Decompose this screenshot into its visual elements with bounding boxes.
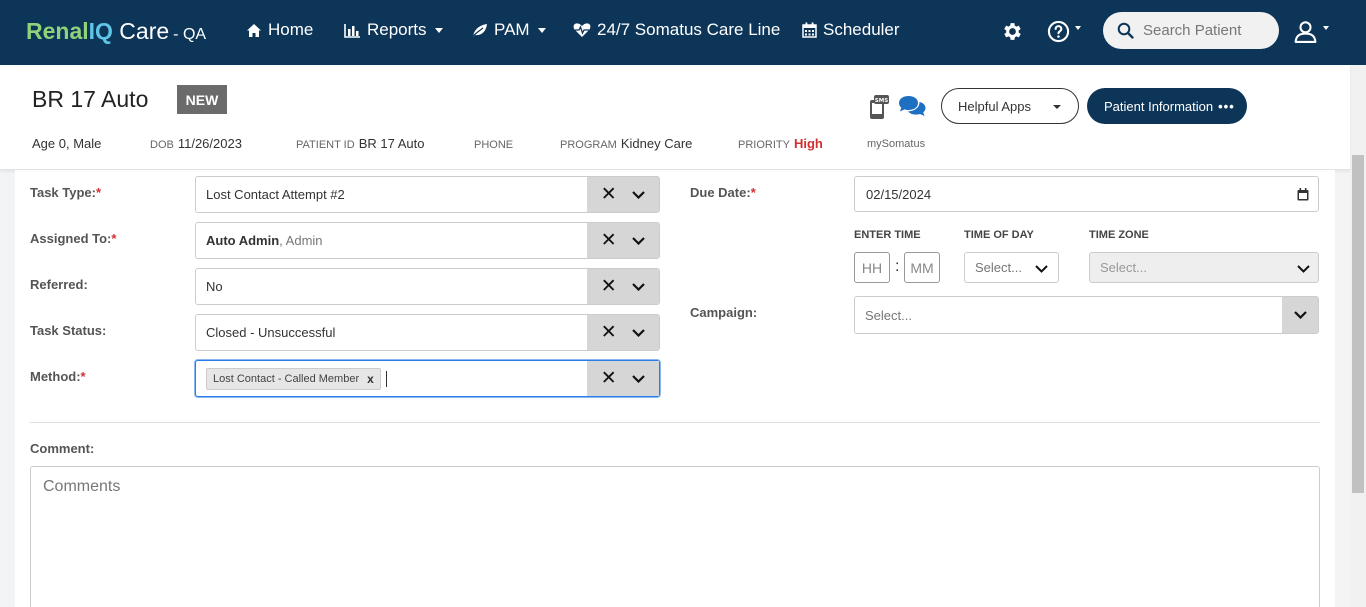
- sms-phone-icon: SMS: [870, 95, 889, 119]
- heartbeat-icon: [573, 23, 591, 37]
- helpful-apps-dropdown[interactable]: Helpful Apps: [941, 88, 1079, 124]
- patient-header: BR 17 Auto NEW Age 0, Male DOB 11/26/2023…: [0, 65, 1350, 170]
- task-form: Task Type:* Lost Contact Attempt #2 ✕ As…: [15, 170, 1335, 607]
- gear-icon: [1004, 23, 1021, 40]
- status-badge: NEW: [177, 85, 227, 114]
- app-logo[interactable]: RenalIQ Care - QA: [26, 18, 206, 45]
- chevron-down-icon[interactable]: [632, 328, 645, 337]
- patient-information-button[interactable]: Patient Information •••: [1087, 88, 1247, 124]
- clear-icon[interactable]: ✕: [601, 231, 617, 250]
- nav-pam[interactable]: PAM: [471, 20, 546, 40]
- task-type-label: Task Type:*: [30, 185, 102, 200]
- search-icon: [1117, 22, 1134, 39]
- clear-icon[interactable]: ✕: [601, 369, 617, 388]
- page-scrollbar[interactable]: [1350, 65, 1366, 607]
- patient-age-sex: Age 0, Male: [32, 136, 102, 151]
- clear-icon[interactable]: ✕: [601, 277, 617, 296]
- chevron-down-icon[interactable]: [632, 374, 645, 383]
- leaf-icon: [471, 23, 487, 37]
- help-menu-button[interactable]: [1047, 20, 1081, 43]
- settings-button[interactable]: [1001, 20, 1024, 48]
- nav-care-line[interactable]: 24/7 Somatus Care Line: [573, 20, 780, 40]
- time-zone-label: TIME ZONE: [1089, 229, 1149, 241]
- method-label: Method:*: [30, 369, 86, 384]
- campaign-dropdown-toggle[interactable]: [1282, 297, 1318, 333]
- bar-chart-icon: [344, 23, 360, 38]
- comments-icon: [899, 96, 926, 116]
- referred-label: Referred:: [30, 277, 88, 292]
- search-patient[interactable]: [1103, 12, 1279, 49]
- time-of-day-select[interactable]: Select...: [964, 252, 1059, 283]
- task-status-select[interactable]: Closed - Unsuccessful ✕: [195, 314, 660, 351]
- campaign-label: Campaign:: [690, 305, 758, 320]
- chevron-down-icon: [434, 27, 443, 33]
- chevron-down-icon: [1035, 265, 1048, 273]
- clear-icon[interactable]: ✕: [601, 323, 617, 342]
- patient-name: BR 17 Auto: [32, 86, 149, 112]
- divider: [30, 422, 1320, 423]
- question-circle-icon: [1047, 20, 1070, 43]
- hour-input[interactable]: HH: [854, 252, 890, 283]
- minute-input[interactable]: MM: [904, 252, 940, 283]
- chevron-down-icon: [1323, 25, 1329, 30]
- time-separator: :: [895, 258, 900, 275]
- due-date-input[interactable]: 02/15/2024: [854, 176, 1319, 212]
- chevron-down-icon[interactable]: [632, 282, 645, 291]
- method-chip: Lost Contact - Called Member x: [206, 367, 381, 390]
- patient-id: PATIENT ID BR 17 Auto: [296, 136, 425, 151]
- remove-chip-icon[interactable]: x: [367, 372, 374, 386]
- referred-select[interactable]: No ✕: [195, 268, 660, 305]
- assigned-to-label: Assigned To:*: [30, 231, 117, 246]
- task-type-select[interactable]: Lost Contact Attempt #2 ✕: [195, 176, 660, 213]
- patient-program: PROGRAM Kidney Care: [560, 136, 693, 151]
- nav-scheduler[interactable]: Scheduler: [802, 20, 900, 40]
- nav-reports[interactable]: Reports: [344, 20, 443, 40]
- nav-home[interactable]: Home: [246, 20, 313, 40]
- patient-priority: PRIORITY High: [738, 136, 823, 151]
- comment-label: Comment:: [30, 441, 95, 456]
- assigned-to-select[interactable]: Auto Admin, Admin ✕: [195, 222, 660, 259]
- due-date-label: Due Date:*: [690, 185, 756, 200]
- patient-dob: DOB 11/26/2023: [150, 136, 242, 151]
- scrollbar-thumb[interactable]: [1352, 155, 1364, 493]
- chevron-down-icon[interactable]: [632, 236, 645, 245]
- patient-phone: PHONE: [474, 139, 514, 151]
- clear-icon[interactable]: ✕: [601, 185, 617, 204]
- campaign-select[interactable]: Select...: [854, 296, 1319, 334]
- chevron-down-icon: [537, 27, 546, 33]
- chat-button[interactable]: [897, 94, 927, 123]
- my-somatus-link[interactable]: mySomatus: [867, 138, 925, 150]
- comment-textarea[interactable]: Comments: [30, 466, 1320, 607]
- user-icon: [1294, 21, 1317, 43]
- more-dots-icon: •••: [1218, 98, 1235, 114]
- svg-text:SMS: SMS: [875, 98, 888, 104]
- time-zone-select[interactable]: Select...: [1089, 252, 1319, 283]
- chevron-down-icon[interactable]: [632, 190, 645, 199]
- home-icon: [247, 23, 261, 37]
- enter-time-label: ENTER TIME: [854, 229, 921, 241]
- method-multiselect[interactable]: Lost Contact - Called Member x ✕: [195, 360, 660, 397]
- calendar-icon: [802, 22, 817, 38]
- chevron-down-icon: [1293, 311, 1307, 319]
- sms-button[interactable]: SMS: [868, 94, 890, 125]
- time-of-day-label: TIME OF DAY: [964, 229, 1034, 241]
- chevron-down-icon: [1053, 105, 1061, 109]
- top-navbar: RenalIQ Care - QA Home Reports PAM 24/7 S…: [0, 0, 1366, 65]
- calendar-icon[interactable]: [1297, 188, 1309, 201]
- user-menu-button[interactable]: [1293, 19, 1329, 44]
- task-status-label: Task Status:: [30, 323, 107, 338]
- chevron-down-icon: [1297, 265, 1310, 273]
- chevron-down-icon: [1075, 25, 1081, 30]
- search-input[interactable]: [1143, 22, 1273, 39]
- text-cursor: [385, 370, 387, 387]
